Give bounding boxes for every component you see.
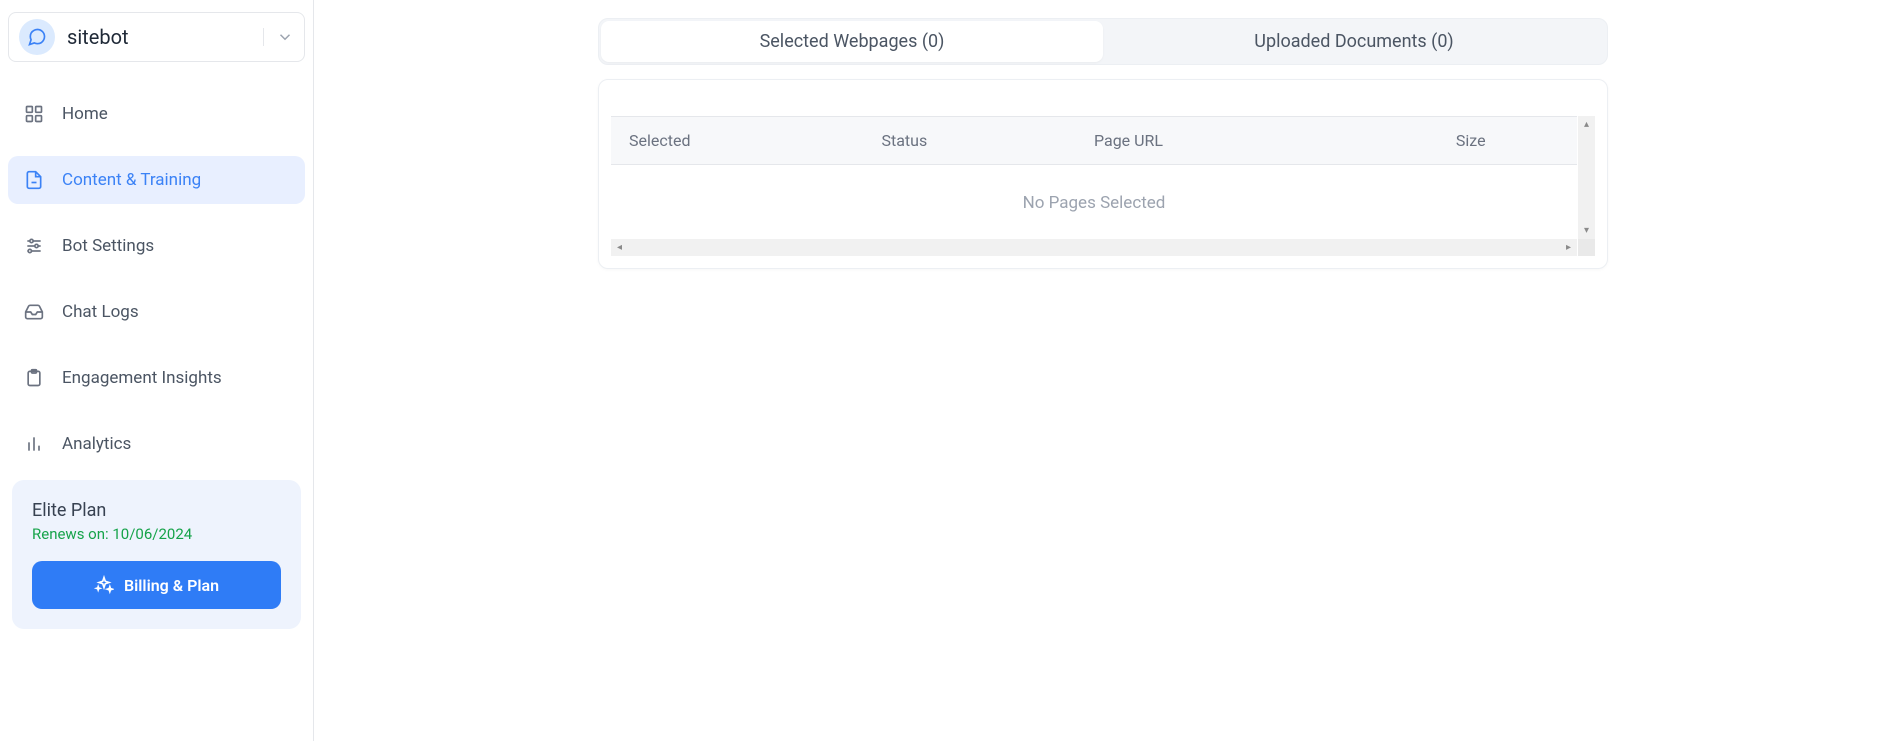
bot-name-label: sitebot bbox=[67, 25, 263, 49]
sidebar-item-content-training[interactable]: Content & Training bbox=[8, 156, 305, 204]
webpages-table: Selected Status Page URL Size No Pages S… bbox=[611, 116, 1595, 256]
sidebar: sitebot Home Content & Training bbox=[0, 0, 314, 741]
sidebar-item-label: Analytics bbox=[62, 434, 131, 454]
bot-dropdown-toggle[interactable] bbox=[263, 28, 294, 46]
tab-uploaded-documents[interactable]: Uploaded Documents (0) bbox=[1103, 21, 1605, 62]
sidebar-nav: Home Content & Training Bot Settings Cha… bbox=[8, 82, 305, 476]
sidebar-item-label: Engagement Insights bbox=[62, 368, 222, 388]
sidebar-item-label: Bot Settings bbox=[62, 236, 154, 256]
bar-chart-icon bbox=[24, 434, 44, 454]
plan-title: Elite Plan bbox=[32, 500, 281, 521]
tab-selected-webpages[interactable]: Selected Webpages (0) bbox=[601, 21, 1103, 62]
inbox-icon bbox=[24, 302, 44, 322]
main-content: Selected Webpages (0) Uploaded Documents… bbox=[314, 0, 1892, 741]
sidebar-item-bot-settings[interactable]: Bot Settings bbox=[8, 222, 305, 270]
bot-avatar bbox=[19, 19, 55, 55]
billing-plan-button[interactable]: Billing & Plan bbox=[32, 561, 281, 609]
webpages-panel: Selected Status Page URL Size No Pages S… bbox=[598, 79, 1608, 269]
scroll-left-arrow-icon[interactable]: ◂ bbox=[611, 239, 628, 256]
chat-bubble-icon bbox=[27, 27, 47, 47]
scroll-up-arrow-icon[interactable]: ▴ bbox=[1578, 116, 1595, 133]
table-header-row: Selected Status Page URL Size bbox=[611, 116, 1577, 165]
column-header-url: Page URL bbox=[1094, 131, 1364, 150]
sidebar-item-label: Home bbox=[62, 104, 108, 124]
vertical-scrollbar[interactable]: ▴ ▾ bbox=[1578, 116, 1595, 239]
horizontal-scrollbar[interactable]: ◂ ▸ bbox=[611, 239, 1577, 256]
sidebar-item-engagement-insights[interactable]: Engagement Insights bbox=[8, 354, 305, 402]
sidebar-item-label: Chat Logs bbox=[62, 302, 139, 322]
empty-state-message: No Pages Selected bbox=[611, 165, 1577, 239]
scroll-right-arrow-icon[interactable]: ▸ bbox=[1560, 239, 1577, 256]
sidebar-item-home[interactable]: Home bbox=[8, 90, 305, 138]
plan-card: Elite Plan Renews on: 10/06/2024 Billing… bbox=[12, 480, 301, 629]
bot-selector[interactable]: sitebot bbox=[8, 12, 305, 62]
plan-renewal-date: Renews on: 10/06/2024 bbox=[32, 525, 281, 543]
sliders-icon bbox=[24, 236, 44, 256]
clipboard-icon bbox=[24, 368, 44, 388]
scrollbar-corner bbox=[1578, 239, 1595, 256]
sidebar-item-label: Content & Training bbox=[62, 170, 201, 190]
content-tabs: Selected Webpages (0) Uploaded Documents… bbox=[598, 18, 1608, 65]
sidebar-item-analytics[interactable]: Analytics bbox=[8, 420, 305, 468]
grid-icon bbox=[24, 104, 44, 124]
sidebar-item-chat-logs[interactable]: Chat Logs bbox=[8, 288, 305, 336]
column-header-selected: Selected bbox=[611, 131, 881, 150]
scroll-down-arrow-icon[interactable]: ▾ bbox=[1578, 222, 1595, 239]
sparkles-icon bbox=[94, 575, 114, 595]
chevron-down-icon bbox=[276, 28, 294, 46]
document-icon bbox=[24, 170, 44, 190]
billing-button-label: Billing & Plan bbox=[124, 576, 219, 595]
column-header-size: Size bbox=[1364, 131, 1577, 150]
column-header-status: Status bbox=[881, 131, 1094, 150]
